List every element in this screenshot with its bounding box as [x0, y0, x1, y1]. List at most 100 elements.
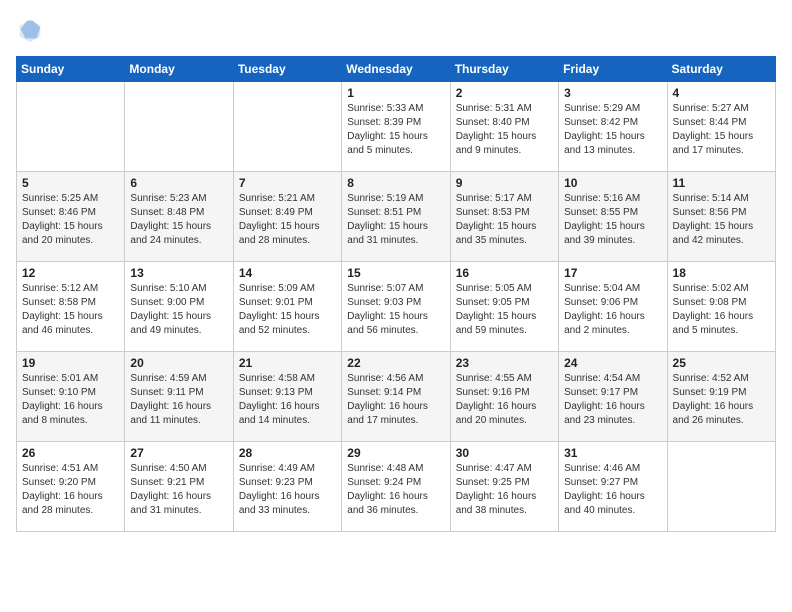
day-of-week-header: Saturday — [667, 57, 775, 82]
calendar-cell: 29 Sunrise: 4:48 AM Sunset: 9:24 PM Dayli… — [342, 442, 450, 532]
day-number: 10 — [564, 176, 661, 190]
day-number: 15 — [347, 266, 444, 280]
calendar-cell: 15 Sunrise: 5:07 AM Sunset: 9:03 PM Dayli… — [342, 262, 450, 352]
calendar-week-row: 5 Sunrise: 5:25 AM Sunset: 8:46 PM Daylig… — [17, 172, 776, 262]
calendar-cell: 11 Sunrise: 5:14 AM Sunset: 8:56 PM Dayli… — [667, 172, 775, 262]
calendar-cell: 26 Sunrise: 4:51 AM Sunset: 9:20 PM Dayli… — [17, 442, 125, 532]
calendar-cell: 2 Sunrise: 5:31 AM Sunset: 8:40 PM Daylig… — [450, 82, 558, 172]
calendar-cell: 28 Sunrise: 4:49 AM Sunset: 9:23 PM Dayli… — [233, 442, 341, 532]
day-number: 14 — [239, 266, 336, 280]
day-number: 2 — [456, 86, 553, 100]
day-info: Sunrise: 5:07 AM Sunset: 9:03 PM Dayligh… — [347, 282, 444, 338]
day-info: Sunrise: 5:21 AM Sunset: 8:49 PM Dayligh… — [239, 192, 336, 248]
calendar-cell: 4Sunrise: 5:27 AM Sunset: 8:44 PM Daylig… — [667, 82, 775, 172]
day-info: Sunrise: 4:54 AM Sunset: 9:17 PM Dayligh… — [564, 372, 661, 428]
calendar-cell: 13Sunrise: 5:10 AM Sunset: 9:00 PM Dayli… — [125, 262, 233, 352]
day-info: Sunrise: 5:23 AM Sunset: 8:48 PM Dayligh… — [130, 192, 227, 248]
calendar-week-row: 1 Sunrise: 5:33 AM Sunset: 8:39 PM Daylig… — [17, 82, 776, 172]
calendar-cell: 12 Sunrise: 5:12 AM Sunset: 8:58 PM Dayli… — [17, 262, 125, 352]
day-number: 11 — [673, 176, 770, 190]
calendar-cell: 14 Sunrise: 5:09 AM Sunset: 9:01 PM Dayli… — [233, 262, 341, 352]
calendar-cell: 22 Sunrise: 4:56 AM Sunset: 9:14 PM Dayli… — [342, 352, 450, 442]
day-info: Sunrise: 5:01 AM Sunset: 9:10 PM Dayligh… — [22, 372, 119, 428]
day-number: 7 — [239, 176, 336, 190]
day-number: 6 — [130, 176, 227, 190]
day-number: 12 — [22, 266, 119, 280]
day-info: Sunrise: 5:04 AM Sunset: 9:06 PM Dayligh… — [564, 282, 661, 338]
calendar-cell — [17, 82, 125, 172]
calendar-cell: 3 Sunrise: 5:29 AM Sunset: 8:42 PM Daylig… — [559, 82, 667, 172]
day-info: Sunrise: 5:29 AM Sunset: 8:42 PM Dayligh… — [564, 102, 661, 158]
day-info: Sunrise: 5:33 AM Sunset: 8:39 PM Dayligh… — [347, 102, 444, 158]
day-number: 22 — [347, 356, 444, 370]
day-number: 5 — [22, 176, 119, 190]
calendar-cell: 16 Sunrise: 5:05 AM Sunset: 9:05 PM Dayli… — [450, 262, 558, 352]
day-info: Sunrise: 4:49 AM Sunset: 9:23 PM Dayligh… — [239, 462, 336, 518]
calendar-cell — [667, 442, 775, 532]
calendar-week-row: 12 Sunrise: 5:12 AM Sunset: 8:58 PM Dayli… — [17, 262, 776, 352]
day-number: 20 — [130, 356, 227, 370]
calendar-cell: 18Sunrise: 5:02 AM Sunset: 9:08 PM Dayli… — [667, 262, 775, 352]
day-number: 30 — [456, 446, 553, 460]
day-number: 24 — [564, 356, 661, 370]
day-info: Sunrise: 4:56 AM Sunset: 9:14 PM Dayligh… — [347, 372, 444, 428]
calendar-table: SundayMondayTuesdayWednesdayThursdayFrid… — [16, 56, 776, 532]
day-info: Sunrise: 4:55 AM Sunset: 9:16 PM Dayligh… — [456, 372, 553, 428]
calendar-cell: 1 Sunrise: 5:33 AM Sunset: 8:39 PM Daylig… — [342, 82, 450, 172]
calendar-week-row: 19 Sunrise: 5:01 AM Sunset: 9:10 PM Dayli… — [17, 352, 776, 442]
logo — [16, 16, 48, 44]
calendar-cell: 27 Sunrise: 4:50 AM Sunset: 9:21 PM Dayli… — [125, 442, 233, 532]
day-of-week-header: Friday — [559, 57, 667, 82]
day-number: 13 — [130, 266, 227, 280]
page-header — [16, 16, 776, 44]
day-number: 28 — [239, 446, 336, 460]
day-info: Sunrise: 5:12 AM Sunset: 8:58 PM Dayligh… — [22, 282, 119, 338]
day-number: 29 — [347, 446, 444, 460]
day-of-week-header: Monday — [125, 57, 233, 82]
calendar-cell: 21 Sunrise: 4:58 AM Sunset: 9:13 PM Dayli… — [233, 352, 341, 442]
day-info: Sunrise: 5:19 AM Sunset: 8:51 PM Dayligh… — [347, 192, 444, 248]
day-number: 19 — [22, 356, 119, 370]
day-of-week-header: Sunday — [17, 57, 125, 82]
day-info: Sunrise: 4:47 AM Sunset: 9:25 PM Dayligh… — [456, 462, 553, 518]
day-number: 4 — [673, 86, 770, 100]
day-of-week-header: Thursday — [450, 57, 558, 82]
logo-icon — [16, 16, 44, 44]
calendar-week-row: 26 Sunrise: 4:51 AM Sunset: 9:20 PM Dayli… — [17, 442, 776, 532]
day-info: Sunrise: 4:58 AM Sunset: 9:13 PM Dayligh… — [239, 372, 336, 428]
calendar-cell: 5 Sunrise: 5:25 AM Sunset: 8:46 PM Daylig… — [17, 172, 125, 262]
day-number: 25 — [673, 356, 770, 370]
calendar-cell — [125, 82, 233, 172]
day-info: Sunrise: 5:16 AM Sunset: 8:55 PM Dayligh… — [564, 192, 661, 248]
day-number: 3 — [564, 86, 661, 100]
calendar-cell: 19 Sunrise: 5:01 AM Sunset: 9:10 PM Dayli… — [17, 352, 125, 442]
calendar-cell: 17Sunrise: 5:04 AM Sunset: 9:06 PM Dayli… — [559, 262, 667, 352]
day-info: Sunrise: 5:31 AM Sunset: 8:40 PM Dayligh… — [456, 102, 553, 158]
calendar-cell: 7 Sunrise: 5:21 AM Sunset: 8:49 PM Daylig… — [233, 172, 341, 262]
calendar-cell: 30 Sunrise: 4:47 AM Sunset: 9:25 PM Dayli… — [450, 442, 558, 532]
day-info: Sunrise: 5:17 AM Sunset: 8:53 PM Dayligh… — [456, 192, 553, 248]
day-info: Sunrise: 5:09 AM Sunset: 9:01 PM Dayligh… — [239, 282, 336, 338]
day-info: Sunrise: 4:59 AM Sunset: 9:11 PM Dayligh… — [130, 372, 227, 428]
day-number: 27 — [130, 446, 227, 460]
day-number: 9 — [456, 176, 553, 190]
day-info: Sunrise: 4:48 AM Sunset: 9:24 PM Dayligh… — [347, 462, 444, 518]
day-number: 8 — [347, 176, 444, 190]
day-info: Sunrise: 4:51 AM Sunset: 9:20 PM Dayligh… — [22, 462, 119, 518]
day-info: Sunrise: 5:14 AM Sunset: 8:56 PM Dayligh… — [673, 192, 770, 248]
calendar-cell: 31Sunrise: 4:46 AM Sunset: 9:27 PM Dayli… — [559, 442, 667, 532]
day-info: Sunrise: 4:52 AM Sunset: 9:19 PM Dayligh… — [673, 372, 770, 428]
day-info: Sunrise: 4:46 AM Sunset: 9:27 PM Dayligh… — [564, 462, 661, 518]
day-number: 23 — [456, 356, 553, 370]
day-number: 18 — [673, 266, 770, 280]
day-number: 16 — [456, 266, 553, 280]
day-info: Sunrise: 5:05 AM Sunset: 9:05 PM Dayligh… — [456, 282, 553, 338]
day-info: Sunrise: 5:25 AM Sunset: 8:46 PM Dayligh… — [22, 192, 119, 248]
calendar-cell: 8 Sunrise: 5:19 AM Sunset: 8:51 PM Daylig… — [342, 172, 450, 262]
calendar-cell: 6 Sunrise: 5:23 AM Sunset: 8:48 PM Daylig… — [125, 172, 233, 262]
day-info: Sunrise: 4:50 AM Sunset: 9:21 PM Dayligh… — [130, 462, 227, 518]
calendar-cell: 23 Sunrise: 4:55 AM Sunset: 9:16 PM Dayli… — [450, 352, 558, 442]
day-number: 1 — [347, 86, 444, 100]
day-number: 21 — [239, 356, 336, 370]
day-number: 26 — [22, 446, 119, 460]
